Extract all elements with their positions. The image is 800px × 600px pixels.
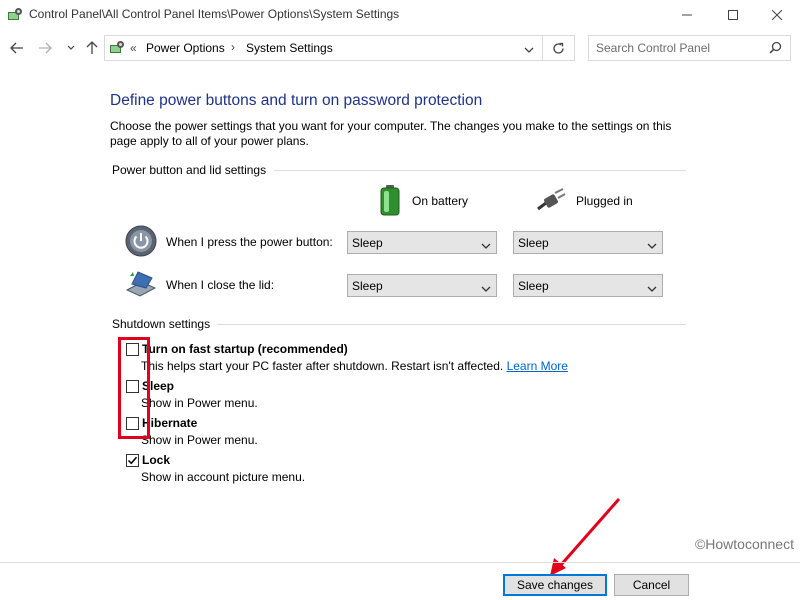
refresh-icon[interactable] [543, 35, 575, 61]
watermark: ©Howtoconnect [694, 536, 794, 552]
fast-startup-description: This helps start your PC faster after sh… [141, 359, 568, 373]
recent-locations-chevron-icon[interactable] [62, 39, 80, 57]
fast-startup-title: Turn on fast startup (recommended) [142, 342, 348, 356]
maximize-button[interactable] [710, 0, 756, 30]
navigation-bar: « Power Options › System Settings [0, 31, 800, 65]
column-label-on-battery: On battery [412, 194, 469, 208]
lock-checkbox[interactable] [126, 454, 139, 467]
breadcrumb-system-settings[interactable]: System Settings [246, 41, 333, 55]
power-button-plugged-in-select[interactable]: Sleep [513, 231, 663, 254]
search-input[interactable] [596, 40, 766, 56]
chevron-down-icon [647, 282, 657, 296]
column-plugged-in: Plugged in [536, 185, 633, 217]
chevron-down-icon [481, 282, 491, 296]
cancel-button[interactable]: Cancel [614, 574, 689, 596]
lock-title: Lock [142, 453, 171, 467]
select-value: Sleep [352, 279, 383, 293]
shutdown-group-heading: Shutdown settings [112, 317, 211, 331]
close-button[interactable] [754, 0, 800, 30]
fast-startup-description-text: This helps start your PC faster after sh… [141, 359, 504, 373]
page-title: Define power buttons and turn on passwor… [110, 92, 483, 109]
back-arrow-icon[interactable] [8, 39, 26, 57]
lock-description: Show in account picture menu. [141, 470, 306, 484]
learn-more-link[interactable]: Learn More [507, 359, 568, 373]
address-bar[interactable]: « Power Options › System Settings [104, 35, 543, 61]
chevron-down-icon[interactable] [524, 43, 534, 57]
hibernate-description: Show in Power menu. [141, 433, 258, 447]
annotation-highlight-box [118, 337, 150, 439]
select-value: Sleep [518, 236, 549, 250]
window-title: Control Panel\All Control Panel Items\Po… [29, 7, 400, 21]
breadcrumb-power-options[interactable]: Power Options [146, 41, 225, 55]
lid-label: When I close the lid: [166, 278, 275, 292]
power-button-on-battery-select[interactable]: Sleep [347, 231, 497, 254]
select-value: Sleep [518, 279, 549, 293]
checkmark-icon [127, 456, 138, 465]
column-label-plugged-in: Plugged in [576, 194, 633, 208]
divider [217, 324, 686, 325]
divider [274, 170, 686, 171]
search-box[interactable] [588, 35, 791, 61]
lid-plugged-in-select[interactable]: Sleep [513, 274, 663, 297]
control-panel-icon [109, 40, 125, 56]
up-arrow-icon[interactable] [83, 39, 101, 57]
annotation-arrow-icon [550, 498, 621, 576]
battery-icon [378, 184, 402, 219]
breadcrumb-overflow[interactable]: « [130, 41, 137, 55]
breadcrumb-separator[interactable]: › [231, 40, 235, 54]
select-value: Sleep [352, 236, 383, 250]
page-description: Choose the power settings that you want … [110, 119, 672, 148]
lid-on-battery-select[interactable]: Sleep [347, 274, 497, 297]
chevron-down-icon [647, 239, 657, 253]
search-icon[interactable] [769, 41, 782, 57]
save-changes-button[interactable]: Save changes [503, 574, 607, 596]
power-plug-icon [536, 187, 566, 216]
hibernate-title: Hibernate [142, 416, 198, 430]
title-bar: Control Panel\All Control Panel Items\Po… [0, 0, 800, 30]
forward-arrow-icon[interactable] [36, 39, 54, 57]
sleep-description: Show in Power menu. [141, 396, 258, 410]
power-group-heading: Power button and lid settings [112, 163, 267, 177]
control-panel-icon [7, 7, 23, 23]
minimize-button[interactable] [664, 0, 710, 30]
footer-divider [0, 562, 800, 563]
power-button-label: When I press the power button: [166, 235, 333, 249]
chevron-down-icon [481, 239, 491, 253]
laptop-lid-icon [124, 268, 158, 303]
power-button-icon [125, 225, 157, 260]
column-on-battery: On battery [378, 184, 469, 219]
